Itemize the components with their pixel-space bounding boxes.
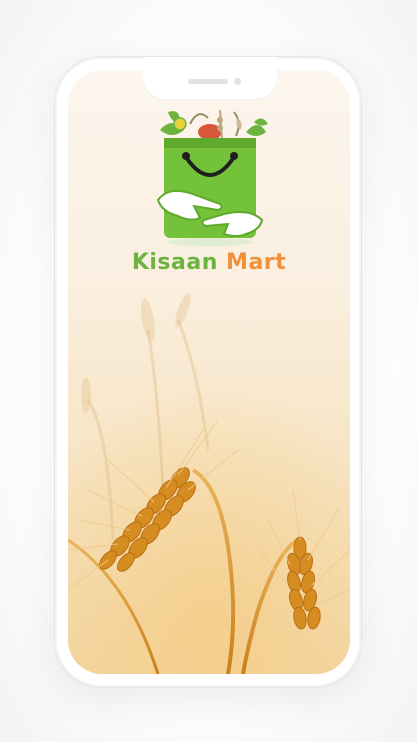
mockup-stage: Kisaan Mart xyxy=(0,0,417,742)
shopping-bag-smile-hands-icon xyxy=(156,109,268,246)
phone-speaker xyxy=(188,79,228,84)
phone-notch xyxy=(143,57,277,99)
phone-camera xyxy=(234,78,241,85)
brand-title: Kisaan Mart xyxy=(68,250,350,275)
brand-name-mart: Mart xyxy=(226,250,287,275)
brand-name-kisaan: Kisaan xyxy=(131,250,218,275)
